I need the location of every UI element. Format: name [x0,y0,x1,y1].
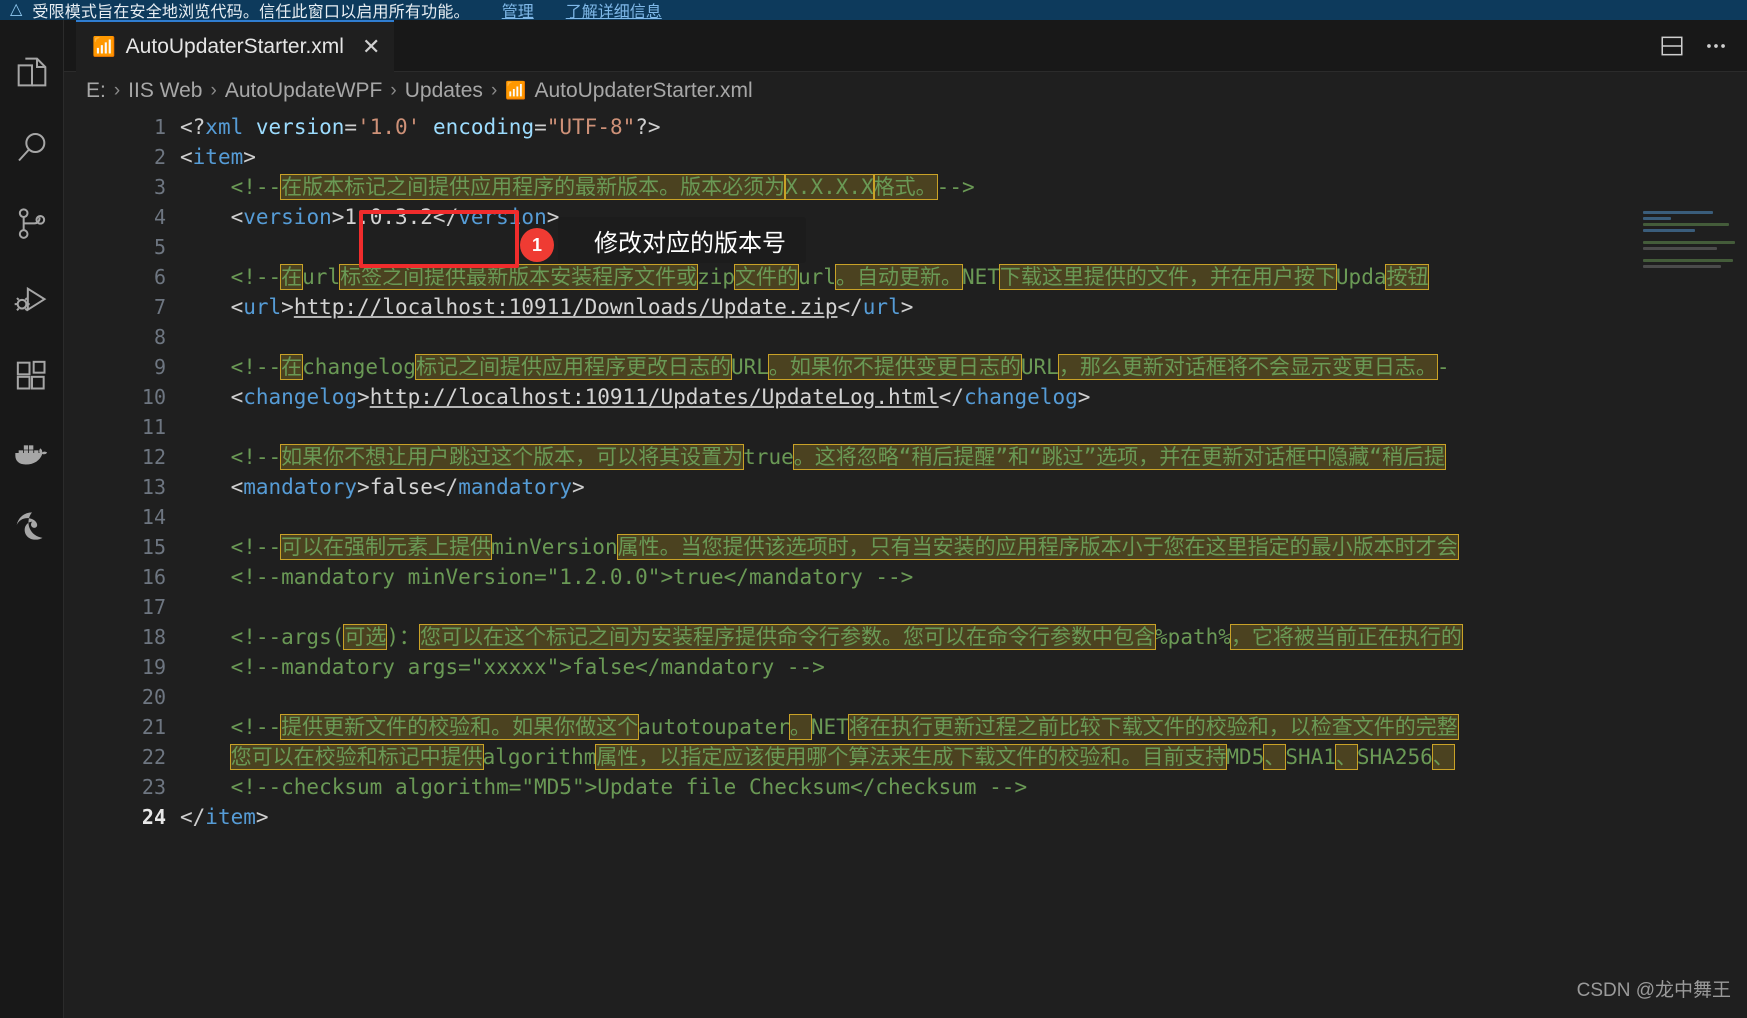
line-number: 14 [141,505,166,529]
breadcrumb-item-autoupdatewpf[interactable]: AutoUpdateWPF [225,79,383,103]
breadcrumb-separator: › [210,80,217,101]
source-control-icon[interactable] [0,186,64,262]
line-number: 22 [141,745,166,769]
code-content[interactable]: <?xml version='1.0' encoding="UTF-8"?> <… [180,112,1747,1018]
line-number: 6 [153,265,166,289]
line-number: 4 [153,205,166,229]
activity-bar [0,20,64,1018]
code-line-4: <version>1.0.3.2</version> [230,205,560,229]
banner-learn-more-link[interactable]: 了解详细信息 [566,0,662,20]
docker-icon[interactable] [0,414,64,490]
breadcrumb-separator: › [113,80,121,101]
annotation-badge: 1 [520,228,554,262]
line-number: 13 [141,475,166,499]
code-line-3: <!--在版本标记之间提供应用程序的最新版本。版本必须为X.X.X.X格式。--… [230,174,975,200]
extensions-icon[interactable] [0,338,64,414]
line-number: 10 [141,385,166,409]
code-line-23: <!--checksum algorithm="MD5">Update file… [230,775,1028,799]
edge-tools-icon[interactable] [0,490,64,566]
restricted-mode-banner: △ 受限模式旨在安全地浏览代码。信任此窗口以启用所有功能。 管理 了解详细信息 [0,0,1747,20]
tab-autoupdaterstarter-xml[interactable]: 📶 AutoUpdaterStarter.xml ✕ [76,20,395,72]
close-icon[interactable]: ✕ [362,36,380,58]
tab-label: AutoUpdaterStarter.xml [125,35,344,58]
line-number: 15 [141,535,166,559]
breadcrumb-item-updates[interactable]: Updates [405,79,483,103]
shield-icon: △ [10,1,23,18]
line-number-current: 24 [141,805,166,829]
line-number: 20 [141,685,166,709]
editor-actions [1659,20,1737,72]
breadcrumb: E: › IIS Web › AutoUpdateWPF › Updates ›… [64,72,1747,110]
minimap[interactable] [1637,208,1747,328]
annotation-callout: 修改对应的版本号 [558,217,806,263]
code-line-13: <mandatory>false</mandatory> [230,475,585,499]
line-number: 17 [141,595,166,619]
code-line-21: <!--提供更新文件的校验和。如果你做这个autotoupater。NET将在执… [230,714,1459,740]
more-actions-icon[interactable] [1703,33,1729,59]
code-line-9: <!--在changelog标记之间提供应用程序更改日志的URL。如果你不提供变… [230,354,1450,380]
search-icon[interactable] [0,110,64,186]
banner-text: 受限模式旨在安全地浏览代码。信任此窗口以启用所有功能。 [32,4,470,20]
code-line-16: <!--mandatory minVersion="1.2.0.0">true<… [230,565,914,589]
xml-file-icon: 📶 [92,36,116,58]
line-number: 2 [153,145,166,169]
editor-group: 📶 AutoUpdaterStarter.xml ✕ E: › IIS Web … [64,20,1747,1018]
code-line-12: <!--如果你不想让用户跳过这个版本，可以将其设置为true。这将忽略“稍后提醒… [230,444,1446,470]
code-line-1: <?xml version='1.0' encoding="UTF-8"?> [180,115,661,139]
code-line-7: <url>http://localhost:10911/Downloads/Up… [230,295,914,319]
breadcrumb-item-file[interactable]: AutoUpdaterStarter.xml [534,79,752,103]
line-number: 21 [141,715,166,739]
split-editor-icon[interactable] [1659,33,1685,59]
code-line-18: <!--args(可选)：您可以在这个标记之间为安装程序提供命令行参数。您可以在… [230,624,1463,650]
code-line-24: </item> [180,805,269,829]
code-line-6: <!--在url标签之间提供最新版本安装程序文件或zip文件的url。自动更新。… [230,264,1430,290]
code-line-2: <item> [180,145,256,169]
vscode-window: △ 受限模式旨在安全地浏览代码。信任此窗口以启用所有功能。 管理 了解详细信息 [0,0,1747,1018]
line-number: 23 [141,775,166,799]
line-number: 1 [153,115,166,139]
line-number-gutter: 1 2 3 4 5 6 7 8 9 10 11 12 13 14 15 16 1… [64,110,180,1018]
banner-manage-link[interactable]: 管理 [502,0,534,20]
line-number: 18 [141,625,166,649]
line-number: 9 [153,355,166,379]
line-number: 5 [153,235,166,259]
code-line-15: <!--可以在强制元素上提供minVersion属性。当您提供该选项时，只有当安… [230,534,1459,560]
breadcrumb-separator: › [390,80,397,101]
line-number: 7 [153,295,166,319]
line-number: 11 [141,415,166,439]
line-number: 19 [141,655,166,679]
line-number: 12 [141,445,166,469]
line-number: 3 [153,175,166,199]
code-line-22: 您可以在校验和标记中提供algorithm属性，以指定应该使用哪个算法来生成下载… [229,744,1455,770]
run-debug-icon[interactable] [0,262,64,338]
code-editor[interactable]: 1 2 3 4 5 6 7 8 9 10 11 12 13 14 15 16 1… [64,110,1747,1018]
explorer-icon[interactable] [0,34,64,110]
breadcrumb-separator: › [490,80,498,101]
code-line-10: <changelog>http://localhost:10911/Update… [230,385,1091,409]
breadcrumb-item-iis-web[interactable]: IIS Web [128,79,202,103]
tab-bar: 📶 AutoUpdaterStarter.xml ✕ [64,20,1747,72]
code-line-19: <!--mandatory args="xxxxx">false</mandat… [230,655,825,679]
line-number: 8 [153,325,166,349]
watermark: CSDN @龙中舞王 [1576,980,1731,1001]
breadcrumb-item-drive[interactable]: E: [86,79,106,103]
line-number: 16 [141,565,166,589]
xml-file-icon: 📶 [505,81,527,100]
